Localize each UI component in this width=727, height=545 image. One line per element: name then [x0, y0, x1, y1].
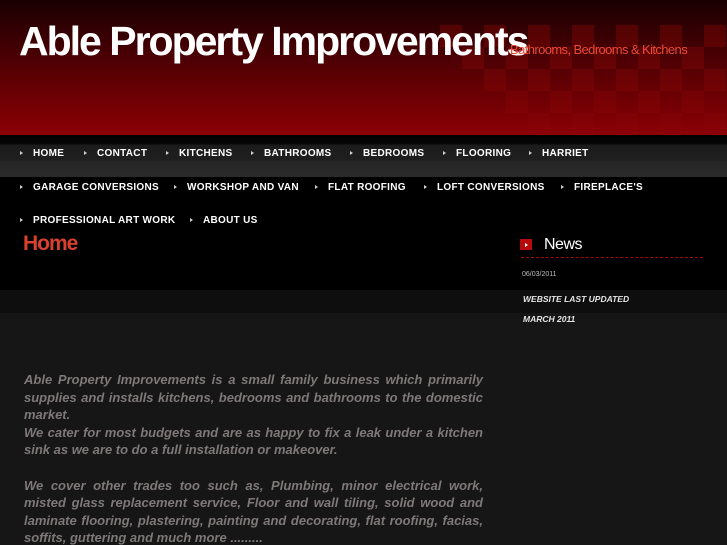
- arrow-right-icon: [424, 185, 427, 189]
- nav-item-loft-conversions[interactable]: LOFT CONVERSIONS: [424, 170, 545, 204]
- nav-item-label: PROFESSIONAL ART WORK: [33, 214, 176, 226]
- site-tagline: Bathrooms, Bedrooms & Kitchens: [510, 42, 688, 57]
- nav-item-label: FLAT ROOFING: [328, 181, 406, 193]
- play-arrow-icon: [520, 239, 532, 250]
- site-title[interactable]: Able Property Improvements: [19, 18, 529, 65]
- nav-item-label: HOME: [33, 147, 65, 159]
- nav-item-label: BEDROOMS: [363, 147, 425, 159]
- nav-item-harriet[interactable]: HARRIET: [529, 136, 589, 170]
- nav-item-about-us[interactable]: ABOUT US: [190, 203, 258, 237]
- arrow-right-icon: [315, 185, 318, 189]
- nav-item-flooring[interactable]: FLOORING: [443, 136, 511, 170]
- intro-text: Able Property Improvements is a small fa…: [24, 371, 483, 545]
- nav-item-home[interactable]: HOME: [20, 136, 64, 170]
- nav-item-label: CONTACT: [97, 147, 148, 159]
- nav-item-label: BATHROOMS: [264, 147, 332, 159]
- arrow-right-icon: [166, 151, 169, 155]
- nav-item-flat-roofing[interactable]: FLAT ROOFING: [315, 170, 406, 204]
- nav-item-fireplaces[interactable]: FIREPLACE'S: [561, 170, 643, 204]
- arrow-right-icon: [529, 151, 532, 155]
- arrow-right-icon: [174, 185, 177, 189]
- arrow-right-icon: [350, 151, 353, 155]
- checker-square: [660, 113, 682, 135]
- checker-square: [616, 69, 638, 91]
- site-header: Able Property Improvements Bathrooms, Be…: [0, 0, 727, 135]
- nav-item-label: FIREPLACE'S: [574, 181, 644, 193]
- intro-paragraph: Able Property Improvements is a small fa…: [24, 372, 483, 423]
- nav-item-bathrooms[interactable]: BATHROOMS: [251, 136, 332, 170]
- nav-item-workshop-and-van[interactable]: WORKSHOP AND VAN: [174, 170, 299, 204]
- nav-item-contact[interactable]: CONTACT: [84, 136, 147, 170]
- checker-square: [704, 113, 726, 135]
- nav-item-label: WORKSHOP AND VAN: [187, 181, 299, 193]
- page-title: Home: [23, 232, 78, 255]
- checker-square: [638, 91, 660, 113]
- checker-square: [550, 91, 572, 113]
- checker-square: [484, 69, 506, 91]
- arrow-right-icon: [20, 151, 23, 155]
- nav-item-kitchens[interactable]: KITCHENS: [166, 136, 233, 170]
- nav-row-3: PROFESSIONAL ART WORK ABOUT US: [0, 203, 727, 237]
- news-divider: [521, 257, 703, 258]
- intro-paragraph: We cater for most budgets and are as hap…: [24, 424, 483, 458]
- checker-square: [572, 113, 594, 135]
- checker-square: [572, 69, 594, 91]
- arrow-right-icon: [251, 151, 254, 155]
- checker-square: [704, 69, 726, 91]
- nav-item-label: LOFT CONVERSIONS: [437, 181, 545, 193]
- arrow-right-icon: [561, 185, 564, 189]
- news-item[interactable]: MARCH 2011: [523, 314, 575, 324]
- checker-square: [594, 91, 616, 113]
- nav-item-label: FLOORING: [456, 147, 512, 159]
- nav-item-bedrooms[interactable]: BEDROOMS: [350, 136, 424, 170]
- news-item[interactable]: WEBSITE LAST UPDATED: [523, 294, 629, 304]
- arrow-right-icon: [190, 218, 193, 222]
- intro-paragraph: We cover other trades too such as, Plumb…: [24, 477, 483, 545]
- nav-item-label: HARRIET: [542, 147, 589, 159]
- news-heading: News: [544, 236, 583, 253]
- nav-item-label: GARAGE CONVERSIONS: [33, 181, 159, 193]
- checker-square: [528, 113, 550, 135]
- checker-square: [660, 69, 682, 91]
- arrow-right-icon: [443, 151, 446, 155]
- news-date: 06/03/2011: [522, 271, 557, 278]
- checker-square: [682, 91, 704, 113]
- nav-item-garage-conversions[interactable]: GARAGE CONVERSIONS: [20, 170, 159, 204]
- checker-square: [704, 25, 726, 47]
- checker-square: [506, 91, 528, 113]
- nav-item-label: ABOUT US: [203, 214, 258, 226]
- nav-row-1: HOME CONTACT KITCHENS BATHROOMS BEDROOMS…: [0, 136, 727, 170]
- arrow-right-icon: [20, 185, 23, 189]
- nav-item-label: KITCHENS: [179, 147, 233, 159]
- arrow-right-icon: [84, 151, 87, 155]
- nav-row-2: GARAGE CONVERSIONS WORKSHOP AND VAN FLAT…: [0, 170, 727, 204]
- checker-square: [528, 69, 550, 91]
- checker-square: [616, 113, 638, 135]
- arrow-right-icon: [20, 218, 23, 222]
